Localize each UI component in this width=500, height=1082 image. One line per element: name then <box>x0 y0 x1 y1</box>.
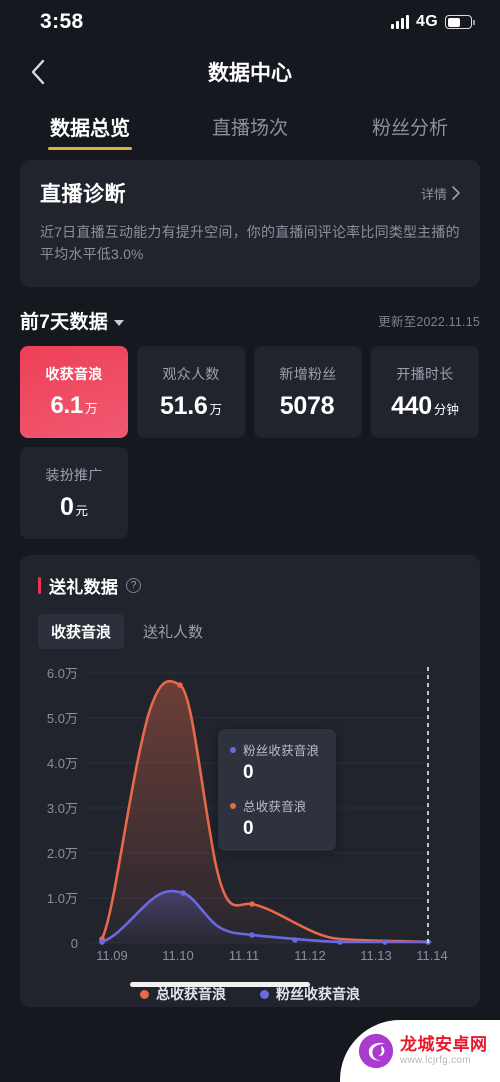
caret-down-icon <box>114 319 125 326</box>
diagnostic-detail-link[interactable]: 详情 <box>421 184 460 203</box>
tooltip-row-fans: 粉丝收获音浪 <box>230 740 324 759</box>
y-tick-label: 3.0万 <box>47 801 78 816</box>
legend-label: 总收获音浪 <box>156 986 226 1003</box>
status-bar: 3:58 4G <box>0 0 500 44</box>
stat-card-viewers[interactable]: 观众人数 51.6 万 <box>137 346 245 439</box>
watermark-url: www.lcjrfg.com <box>400 1054 471 1066</box>
legend-item-fans[interactable]: 粉丝收获音浪 <box>260 984 360 1004</box>
diagnostic-card[interactable]: 直播诊断 详情 近7日直播互动能力有提升空间，你的直播间评论率比同类型主播的平均… <box>20 160 480 288</box>
tooltip-series-name: 粉丝收获音浪 <box>243 744 320 759</box>
gift-panel-title: 送礼数据 <box>49 578 119 598</box>
stat-card-grid: 收获音浪 6.1 万 观众人数 51.6 万 新增粉丝 5078 开播时长 44… <box>20 346 480 540</box>
question-mark-icon[interactable]: ? <box>126 578 142 594</box>
signal-bars-icon <box>391 15 410 29</box>
tab-fan-analysis[interactable]: 粉丝分析 <box>330 100 490 152</box>
back-button[interactable] <box>20 55 54 89</box>
stat-unit: 元 <box>75 503 89 518</box>
tab-data-overview[interactable]: 数据总览 <box>10 100 170 152</box>
page-content: 直播诊断 详情 近7日直播互动能力有提升空间，你的直播间评论率比同类型主播的平均… <box>0 160 500 1008</box>
diagnostic-header: 直播诊断 详情 <box>40 178 460 208</box>
navigation-bar: 数据中心 <box>0 44 500 100</box>
stat-number: 6.1 <box>50 392 84 420</box>
watermark-name: 龙城安卓网 <box>400 1035 488 1055</box>
tooltip-row-total: 总收获音浪 <box>230 796 324 815</box>
y-tick-label: 6.0万 <box>47 666 78 681</box>
x-tick-label: 11.12 <box>294 948 326 961</box>
chart-y-axis-labels: 6.0万 5.0万 4.0万 3.0万 2.0万 1.0万 0 <box>47 666 78 951</box>
stat-card-new-fans[interactable]: 新增粉丝 5078 <box>254 346 362 439</box>
accent-bar-icon <box>38 577 41 595</box>
stat-unit: 万 <box>209 402 222 417</box>
range-header: 前7天数据 更新至2022.11.15 <box>20 307 480 334</box>
status-indicators: 4G <box>391 13 475 31</box>
gift-panel-header: 送礼数据 ? <box>20 573 480 598</box>
tab-live-sessions[interactable]: 直播场次 <box>170 100 330 152</box>
battery-icon <box>445 15 475 29</box>
status-time: 3:58 <box>40 10 84 33</box>
diagnostic-title: 直播诊断 <box>40 183 126 206</box>
stat-label: 观众人数 <box>162 365 220 382</box>
x-tick-label: 11.10 <box>162 948 194 961</box>
stat-number: 0 <box>59 492 74 521</box>
stat-value: 51.6 万 <box>160 392 222 421</box>
y-tick-label: 0 <box>71 936 78 951</box>
stat-card-live-duration[interactable]: 开播时长 440 分钟 <box>371 346 479 439</box>
tooltip-series-value: 0 <box>243 762 254 784</box>
chart-x-axis-labels: 11.09 11.10 11.11 11.12 11.13 11.14 <box>96 948 448 961</box>
stat-number: 440 <box>391 391 432 420</box>
y-tick-label: 2.0万 <box>47 846 78 861</box>
stat-unit: 分钟 <box>433 402 459 417</box>
x-tick-label: 11.11 <box>229 948 260 961</box>
legend-label: 粉丝收获音浪 <box>276 986 360 1003</box>
legend-item-total[interactable]: 总收获音浪 <box>140 984 226 1004</box>
range-label: 前7天数据 <box>20 312 109 334</box>
x-tick-label: 11.09 <box>96 948 128 961</box>
stat-number: 51.6 <box>160 391 208 420</box>
y-tick-label: 4.0万 <box>47 756 78 771</box>
stat-card-yinlang[interactable]: 收获音浪 6.1 万 <box>20 346 128 439</box>
chevron-left-icon <box>31 59 44 85</box>
stat-label: 装扮推广 <box>45 466 103 483</box>
gift-metric-tabs: 收获音浪 送礼人数 <box>20 598 480 650</box>
tooltip-series-name: 总收获音浪 <box>243 800 307 815</box>
gift-line-chart[interactable]: 6.0万 5.0万 4.0万 3.0万 2.0万 1.0万 0 11.09 11… <box>20 661 480 961</box>
chart-legend: 总收获音浪 粉丝收获音浪 <box>20 981 480 1007</box>
gift-tab-gifters[interactable]: 送礼人数 <box>130 614 216 649</box>
stat-value: 0 元 <box>60 493 88 522</box>
legend-dot-fans-icon <box>260 989 269 999</box>
main-tabs: 数据总览 直播场次 粉丝分析 <box>0 100 500 152</box>
diagnostic-description: 近7日直播互动能力有提升空间，你的直播间评论率比同类型主播的平均水平低3.0% <box>40 224 460 262</box>
gift-data-panel: 送礼数据 ? 收获音浪 送礼人数 6.0万 5.0万 4.0万 3.0万 2.0… <box>20 555 480 1008</box>
series-dot-fans-icon <box>230 746 236 753</box>
legend-dot-total-icon <box>140 989 149 999</box>
stat-number: 5078 <box>279 391 335 420</box>
stat-label: 收获音浪 <box>45 366 103 383</box>
chevron-right-icon <box>452 186 460 200</box>
dragon-logo-icon <box>358 1033 394 1069</box>
stat-unit: 万 <box>84 402 98 417</box>
stat-value: 440 分钟 <box>391 392 459 421</box>
tooltip-series-value: 0 <box>243 818 254 840</box>
stat-value: 5078 <box>280 392 336 421</box>
update-time-label: 更新至2022.11.15 <box>378 315 480 330</box>
stat-value: 6.1 万 <box>51 392 98 420</box>
stat-label: 新增粉丝 <box>279 365 337 382</box>
watermark: 龙城安卓网 www.lcjrfg.com <box>340 1020 500 1082</box>
network-type-label: 4G <box>416 13 438 30</box>
range-selector[interactable]: 前7天数据 <box>20 307 125 334</box>
x-tick-label: 11.13 <box>360 948 392 961</box>
stat-label: 开播时长 <box>396 365 454 382</box>
y-tick-label: 5.0万 <box>47 711 78 726</box>
y-tick-label: 1.0万 <box>47 891 78 906</box>
series-dot-total-icon <box>230 802 236 809</box>
watermark-text: 龙城安卓网 www.lcjrfg.com <box>400 1035 488 1066</box>
diagnostic-detail-label: 详情 <box>420 186 447 202</box>
gift-tab-yinlang[interactable]: 收获音浪 <box>38 614 125 650</box>
stat-card-decoration-promo[interactable]: 装扮推广 0 元 <box>20 447 128 540</box>
page-title: 数据中心 <box>208 62 292 85</box>
chart-tooltip: 粉丝收获音浪 0 总收获音浪 0 <box>218 729 336 852</box>
x-tick-label: 11.14 <box>416 948 448 961</box>
